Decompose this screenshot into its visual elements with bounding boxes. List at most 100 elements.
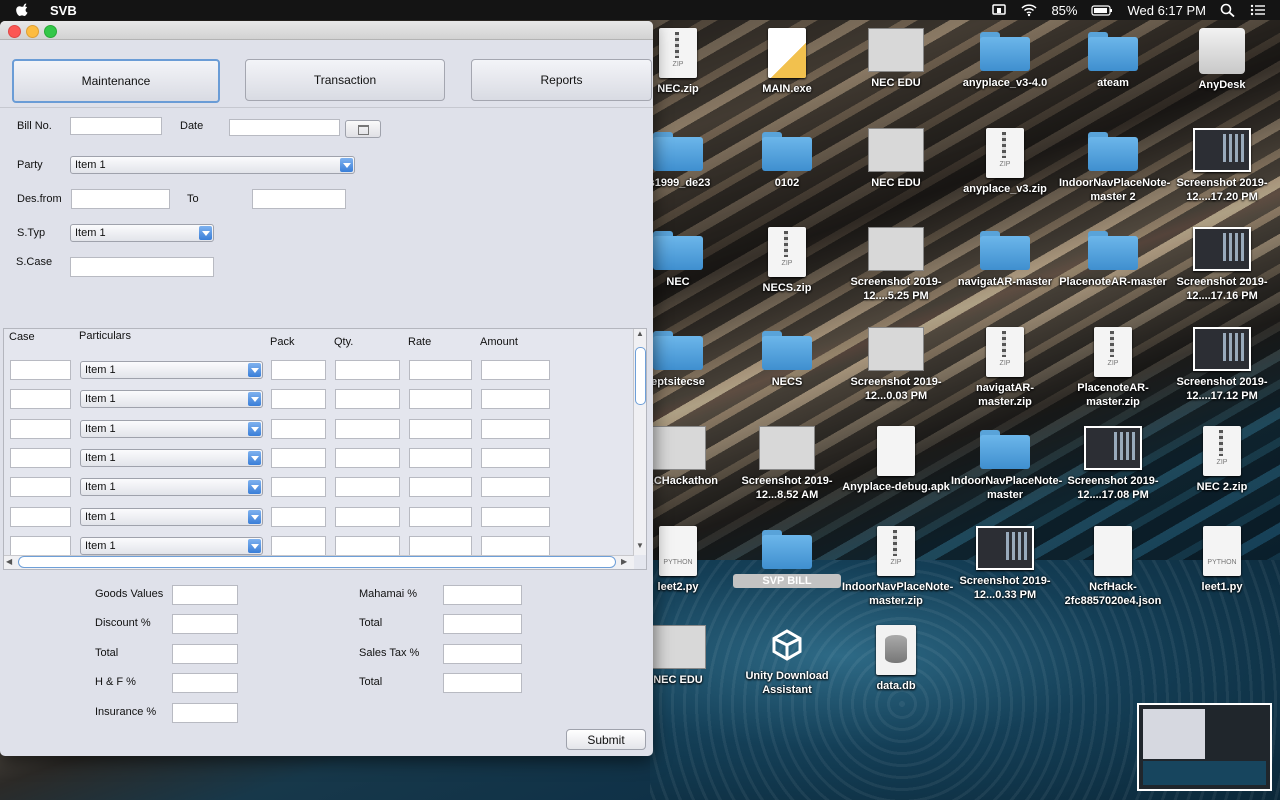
desktop-icon-folder[interactable]: anyplace_v3-4.0: [951, 28, 1059, 90]
pack-cell-field[interactable]: [271, 389, 326, 410]
desktop-icon-folder[interactable]: ateam: [1059, 28, 1167, 90]
qty-cell-field[interactable]: [335, 447, 400, 468]
pack-cell-field[interactable]: [271, 418, 326, 439]
desktop-icon-unity[interactable]: Unity Download Assistant: [733, 625, 841, 697]
pack-cell-field[interactable]: [271, 506, 326, 527]
desktop-icon-screenshot[interactable]: Screenshot 2019-12....17.16 PM: [1168, 227, 1276, 303]
s-case-field[interactable]: [70, 257, 214, 277]
desktop-icon-folder[interactable]: PlacenoteAR-master: [1059, 227, 1167, 289]
mahamai-percent-field[interactable]: [443, 585, 522, 605]
app-name-menu[interactable]: SVB: [50, 3, 77, 18]
rate-cell-field[interactable]: [409, 389, 472, 410]
case-cell-field[interactable]: [10, 389, 71, 410]
scroll-down-arrow-icon[interactable]: ▼: [636, 541, 644, 550]
horizontal-scroll-thumb[interactable]: [18, 556, 616, 568]
particulars-dropdown[interactable]: Item 1: [80, 448, 263, 467]
goods-values-field[interactable]: [172, 585, 238, 605]
total-field[interactable]: [172, 643, 238, 664]
party-dropdown[interactable]: Item 1: [70, 156, 355, 174]
spotlight-search-icon[interactable]: [1220, 3, 1236, 17]
grand-total-field[interactable]: [443, 673, 522, 694]
desktop-icon-folder[interactable]: IndoorNavPlaceNote-master: [951, 426, 1062, 502]
cast-icon[interactable]: [991, 3, 1007, 17]
desktop-icon-python[interactable]: PYTHON leet1.py: [1168, 525, 1276, 594]
desktop-icon-zip[interactable]: ZIP PlacenoteAR-master.zip: [1059, 326, 1167, 409]
scroll-left-arrow-icon[interactable]: ◀: [6, 557, 12, 566]
particulars-dropdown[interactable]: Item 1: [80, 507, 263, 526]
desktop-icon-doc[interactable]: NcfHack-2fc8857020e4.json: [1059, 525, 1167, 608]
s-typ-dropdown[interactable]: Item 1: [70, 224, 214, 242]
desktop-icon-drive[interactable]: AnyDesk: [1168, 28, 1276, 92]
scroll-right-arrow-icon[interactable]: ▶: [621, 557, 627, 566]
des-from-field[interactable]: [71, 189, 170, 209]
desktop-icon-doc[interactable]: Anyplace-debug.apk: [842, 426, 950, 494]
desktop-icon-screenshot[interactable]: Screenshot 2019-12....17.12 PM: [1168, 326, 1276, 403]
desktop-icon-zip[interactable]: ZIP NECS.zip: [733, 227, 841, 295]
amount-cell-field[interactable]: [481, 535, 550, 556]
desktop-icon-exe[interactable]: MAIN.exe: [733, 28, 841, 96]
desktop-icon-screenshot[interactable]: Screenshot 2019-12...0.33 PM: [951, 525, 1059, 602]
submit-button[interactable]: Submit: [566, 729, 646, 750]
desktop-icon-image[interactable]: Screenshot 2019-12...0.03 PM: [842, 326, 950, 403]
desktop-icon-zip[interactable]: ZIP IndoorNavPlaceNote-master.zip: [842, 525, 953, 608]
desktop-icon-image[interactable]: NEC EDU: [842, 127, 950, 190]
qty-cell-field[interactable]: [335, 535, 400, 556]
qty-cell-field[interactable]: [335, 360, 400, 380]
amount-cell-field[interactable]: [481, 477, 550, 498]
insurance-percent-field[interactable]: [172, 702, 238, 723]
discount-percent-field[interactable]: [172, 614, 238, 635]
bill-no-field[interactable]: [70, 117, 162, 135]
particulars-dropdown[interactable]: Item 1: [80, 390, 263, 409]
particulars-dropdown[interactable]: Item 1: [80, 478, 263, 497]
desktop-icon-image[interactable]: Screenshot 2019-12...8.52 AM: [733, 426, 841, 502]
case-cell-field[interactable]: [10, 506, 71, 527]
amount-cell-field[interactable]: [481, 389, 550, 410]
case-cell-field[interactable]: [10, 447, 71, 468]
total-after-mahamai-field[interactable]: [443, 614, 522, 635]
desktop-icon-zip[interactable]: ZIP anyplace_v3.zip: [951, 127, 1059, 196]
screenshot-thumbnail-preview[interactable]: [1137, 703, 1272, 791]
rate-cell-field[interactable]: [409, 506, 472, 527]
desktop-icon-screenshot[interactable]: Screenshot 2019-12....17.08 PM: [1059, 426, 1167, 502]
horizontal-scrollbar[interactable]: ◀ ▶: [4, 555, 634, 569]
clock[interactable]: Wed 6:17 PM: [1127, 3, 1206, 18]
rate-cell-field[interactable]: [409, 447, 472, 468]
battery-icon[interactable]: [1091, 3, 1113, 17]
case-cell-field[interactable]: [10, 477, 71, 498]
particulars-dropdown[interactable]: Item 1: [80, 419, 263, 438]
amount-cell-field[interactable]: [481, 360, 550, 380]
desktop-icon-image[interactable]: NEC EDU: [842, 28, 950, 90]
wifi-icon[interactable]: [1021, 3, 1037, 17]
case-cell-field[interactable]: [10, 418, 71, 439]
desktop-icon-folder[interactable]: navigatAR-master: [951, 227, 1059, 289]
vertical-scroll-thumb[interactable]: [635, 347, 646, 405]
reports-button[interactable]: Reports: [471, 59, 652, 101]
to-field[interactable]: [252, 189, 346, 209]
close-window-button[interactable]: [8, 25, 21, 38]
qty-cell-field[interactable]: [335, 389, 400, 410]
rate-cell-field[interactable]: [409, 418, 472, 439]
case-cell-field[interactable]: [10, 360, 71, 380]
rate-cell-field[interactable]: [409, 535, 472, 556]
desktop-icon-folder[interactable]: SVP BILL: [733, 526, 841, 588]
qty-cell-field[interactable]: [335, 477, 400, 498]
desktop-icon-folder[interactable]: IndoorNavPlaceNote-master 2: [1059, 128, 1170, 204]
pack-cell-field[interactable]: [271, 535, 326, 556]
hf-percent-field[interactable]: [172, 673, 238, 694]
desktop-icon-folder[interactable]: NECS: [733, 327, 841, 389]
rate-cell-field[interactable]: [409, 360, 472, 380]
desktop-icon-db[interactable]: data.db: [842, 625, 950, 693]
calendar-picker-button[interactable]: [345, 120, 381, 138]
particulars-dropdown[interactable]: Item 1: [80, 536, 263, 555]
pack-cell-field[interactable]: [271, 477, 326, 498]
zoom-window-button[interactable]: [44, 25, 57, 38]
transaction-button[interactable]: Transaction: [245, 59, 445, 101]
amount-cell-field[interactable]: [481, 506, 550, 527]
particulars-dropdown[interactable]: Item 1: [80, 361, 263, 379]
desktop-icon-screenshot[interactable]: Screenshot 2019-12....17.20 PM: [1168, 127, 1276, 204]
rate-cell-field[interactable]: [409, 477, 472, 498]
desktop-icon-zip[interactable]: ZIP NEC 2.zip: [1168, 426, 1276, 494]
notification-center-icon[interactable]: [1250, 3, 1266, 17]
case-cell-field[interactable]: [10, 535, 71, 556]
sales-tax-percent-field[interactable]: [443, 643, 522, 664]
